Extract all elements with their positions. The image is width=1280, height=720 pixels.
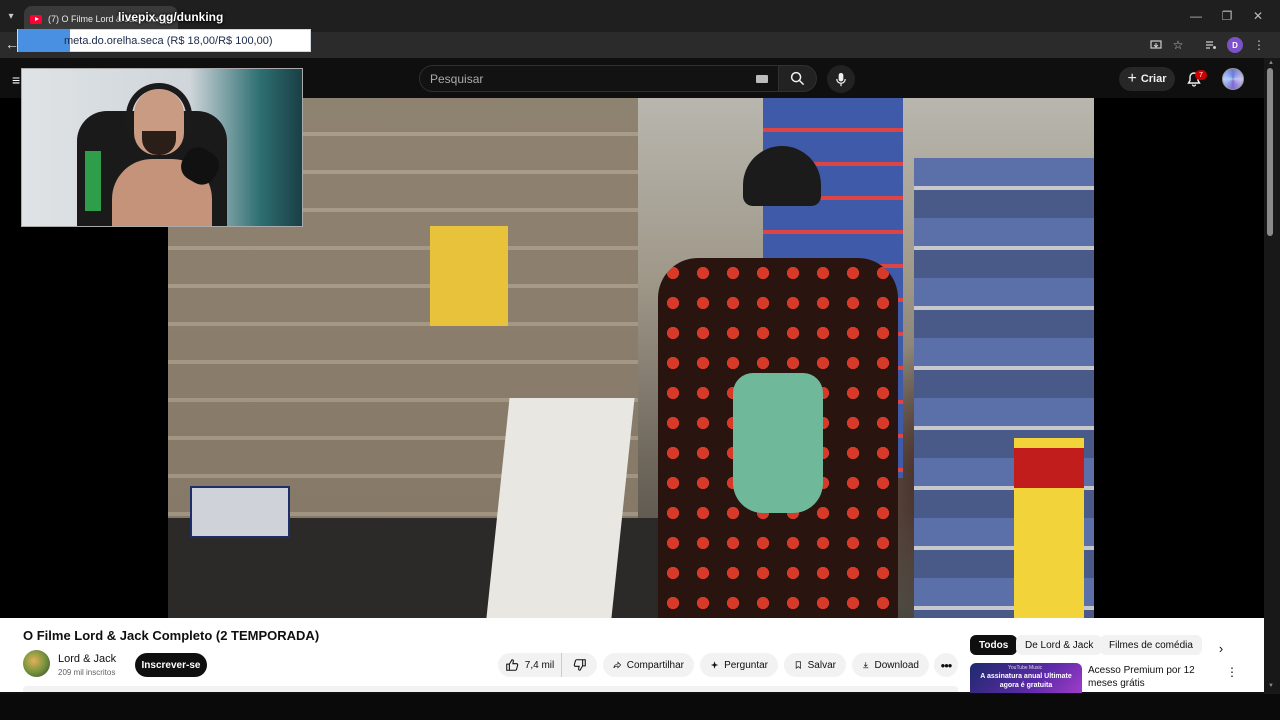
youtube-favicon-icon xyxy=(30,14,42,24)
plastic-bag xyxy=(733,373,823,513)
ask-button[interactable]: Perguntar xyxy=(700,653,778,677)
share-icon xyxy=(613,661,622,669)
like-count: 7,4 mil xyxy=(524,659,555,671)
close-window-button[interactable]: ✕ xyxy=(1244,6,1272,26)
description-box[interactable] xyxy=(23,686,958,692)
streamer-webcam xyxy=(21,68,303,227)
video-title: O Filme Lord & Jack Completo (2 TEMPORAD… xyxy=(23,628,320,643)
plus-icon: + xyxy=(1127,70,1137,87)
stream-handle-overlay: livepix.gg/dunking xyxy=(118,10,224,24)
scroll-up-icon[interactable]: ▲ xyxy=(1266,60,1276,68)
chip-comedy-films[interactable]: Filmes de comédia xyxy=(1100,635,1202,655)
more-actions-button[interactable]: ••• xyxy=(934,653,958,677)
subscriber-count: 209 mil inscritos xyxy=(58,668,116,677)
share-label: Compartilhar xyxy=(626,659,684,671)
create-label: Criar xyxy=(1140,73,1167,85)
search-icon xyxy=(790,71,805,86)
chip-lord-and-jack[interactable]: De Lord & Jack xyxy=(1016,635,1103,655)
media-controls-icon[interactable] xyxy=(1203,37,1219,53)
offer-sign xyxy=(1014,438,1084,618)
search-placeholder: Pesquisar xyxy=(430,71,484,86)
voice-search-button[interactable] xyxy=(827,65,855,93)
save-button[interactable]: Salvar xyxy=(784,653,846,677)
like-button[interactable]: 7,4 mil xyxy=(498,653,562,677)
store-scale xyxy=(486,398,635,618)
chip-all[interactable]: Todos xyxy=(970,635,1018,655)
subscribe-button[interactable]: Inscrever-se xyxy=(135,653,207,677)
dislike-button[interactable] xyxy=(563,653,597,677)
sparkle-icon xyxy=(710,661,719,669)
minimize-button[interactable]: — xyxy=(1182,6,1210,26)
search-button[interactable] xyxy=(779,65,817,92)
bottom-frame xyxy=(0,694,1280,720)
browser-profile-avatar[interactable]: D xyxy=(1227,37,1243,53)
tab-search-chevron-down-icon[interactable]: ▾ xyxy=(2,6,20,26)
chevron-right-icon[interactable]: › xyxy=(1214,641,1228,656)
channel-name[interactable]: Lord & Jack xyxy=(58,653,116,665)
install-app-icon[interactable] xyxy=(1148,37,1164,53)
scrollbar-thumb[interactable] xyxy=(1267,68,1273,236)
channel-avatar[interactable] xyxy=(23,650,50,677)
search-input[interactable]: Pesquisar xyxy=(419,65,779,92)
bookmark-icon xyxy=(795,661,801,669)
scroll-down-icon[interactable]: ▼ xyxy=(1266,683,1276,691)
restore-button[interactable]: ❐ xyxy=(1213,6,1241,26)
headset xyxy=(126,83,192,133)
save-label: Salvar xyxy=(807,659,836,671)
goal-text: meta.do.orelha.seca (R$ 18,00/R$ 100,00) xyxy=(64,34,273,47)
ad-title[interactable]: Acesso Premium por 12 meses grátis xyxy=(1088,664,1222,690)
account-avatar[interactable] xyxy=(1222,68,1244,90)
share-button[interactable]: Compartilhar xyxy=(603,653,694,677)
video-frame[interactable] xyxy=(168,98,1094,618)
donation-goal-overlay: meta.do.orelha.seca (R$ 18,00/R$ 100,00) xyxy=(17,29,311,52)
ad-thumbnail[interactable]: YouTube Music A assinatura anual Ultimat… xyxy=(970,663,1082,693)
notification-count-badge: 7 xyxy=(1195,70,1207,80)
browser-menu-icon[interactable]: ⋮ xyxy=(1251,37,1267,53)
create-button[interactable]: + Criar xyxy=(1119,67,1175,91)
keyboard-icon[interactable] xyxy=(756,75,768,83)
like-icon xyxy=(505,659,519,671)
download-button[interactable]: Download xyxy=(852,653,929,677)
goal-progress-fill xyxy=(18,29,70,52)
ask-label: Perguntar xyxy=(724,659,768,671)
dislike-icon xyxy=(573,659,586,671)
candy-box xyxy=(190,486,290,538)
ad-thumbnail-text: A assinatura anual Ultimate agora é grat… xyxy=(980,673,1072,689)
ad-brand: YouTube Music xyxy=(1008,665,1043,671)
product-display xyxy=(430,226,508,326)
bookmark-star-icon[interactable]: ☆ xyxy=(1170,37,1186,53)
download-label: Download xyxy=(874,659,919,671)
kebab-icon[interactable]: ⋮ xyxy=(1226,664,1238,680)
download-icon xyxy=(863,662,869,669)
mic-icon xyxy=(836,72,846,86)
